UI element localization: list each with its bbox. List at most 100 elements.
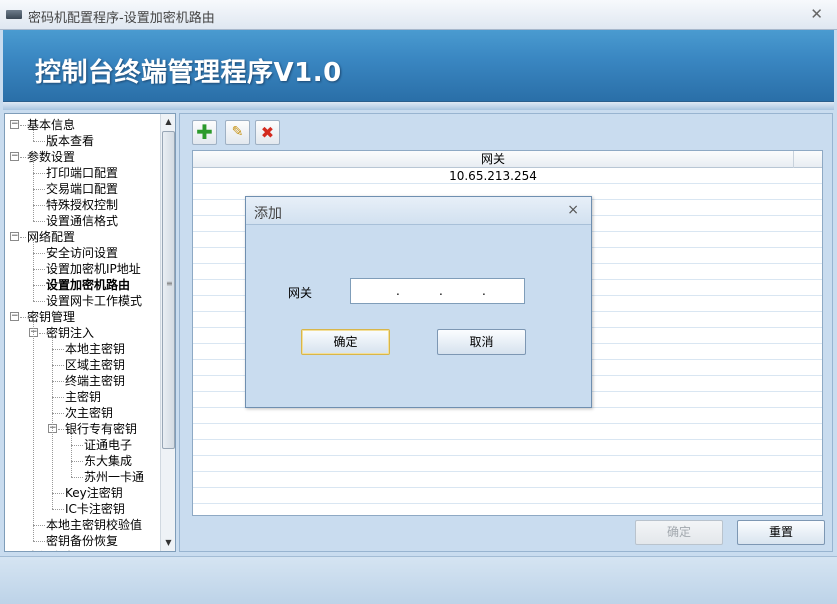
tree-item[interactable]: IC卡注密钥	[65, 501, 125, 517]
app-heading: 控制台终端管理程序V1.0	[35, 58, 342, 88]
tree-connector	[33, 242, 34, 301]
reset-button[interactable]: 重置	[737, 520, 825, 545]
tree-connector	[71, 445, 83, 446]
gateway-ip-input[interactable]: . . .	[350, 278, 525, 304]
edit-icon: ✎	[231, 124, 244, 140]
tree-item[interactable]: 设置网卡工作模式	[46, 293, 142, 309]
tree-item[interactable]: 版本查看	[46, 133, 94, 149]
tree-connector	[20, 157, 26, 158]
tree-connector	[33, 189, 45, 190]
tree-item[interactable]: 区域主密钥	[65, 357, 125, 373]
tree-item-selected[interactable]: 设置加密机路由	[46, 277, 130, 293]
tree-item[interactable]: 密钥产生	[27, 549, 75, 551]
tree-item[interactable]: 特殊授权控制	[46, 197, 118, 213]
tree-connector	[71, 477, 83, 478]
tree-connector	[33, 525, 45, 526]
table-row[interactable]: 10.65.213.254	[193, 168, 793, 184]
add-button[interactable]: ✚	[192, 120, 217, 145]
plus-icon: ✚	[196, 120, 213, 144]
ip-separator: .	[482, 284, 486, 298]
tree-item[interactable]: 设置通信格式	[46, 213, 118, 229]
tree-item[interactable]: 网络配置	[27, 229, 75, 245]
tree-connector	[52, 381, 64, 382]
tree-item[interactable]: 银行专有密钥	[65, 421, 137, 437]
tree-connector	[33, 130, 34, 141]
tree-item[interactable]: 设置加密机IP地址	[46, 261, 141, 277]
tree-collapse-icon[interactable]: −	[10, 232, 19, 241]
banner-divider	[3, 102, 834, 110]
tree-item[interactable]: 基本信息	[27, 117, 75, 133]
tree-item[interactable]: 密钥备份恢复	[46, 533, 118, 549]
dialog-cancel-button[interactable]: 取消	[437, 329, 526, 355]
grid-header: 网关	[193, 151, 822, 168]
tree-item[interactable]: 交易端口配置	[46, 181, 118, 197]
tree-connector	[33, 141, 45, 142]
tree-connector	[33, 205, 45, 206]
ip-separator: .	[396, 284, 400, 298]
tree-item[interactable]: 终端主密钥	[65, 373, 125, 389]
confirm-button[interactable]: 确定	[635, 520, 723, 545]
delete-button[interactable]: ✖	[255, 120, 280, 145]
tree-connector	[58, 429, 64, 430]
tree-connector	[52, 413, 64, 414]
delete-icon: ✖	[260, 123, 275, 142]
tree-connector	[20, 125, 26, 126]
tree-collapse-icon[interactable]: −	[10, 152, 19, 161]
tree-connector	[33, 173, 45, 174]
tree-connector	[71, 461, 83, 462]
tree-item[interactable]: 证通电子	[84, 437, 132, 453]
tree-item[interactable]: 密钥管理	[27, 309, 75, 325]
tree-item[interactable]: 苏州一卡通	[84, 469, 144, 485]
tree-connector	[52, 365, 64, 366]
tree-connector	[52, 509, 64, 510]
ip-separator: .	[439, 284, 443, 298]
tree-item[interactable]: 安全访问设置	[46, 245, 118, 261]
column-header-gateway[interactable]: 网关	[193, 151, 793, 168]
tree-item[interactable]: 打印端口配置	[46, 165, 118, 181]
column-separator	[793, 151, 794, 168]
grip-icon: ≡	[166, 279, 173, 288]
tree-connector	[52, 338, 53, 509]
tree-collapse-icon[interactable]: −	[10, 120, 19, 129]
dialog-close-icon[interactable]: ×	[567, 202, 579, 218]
dialog-titlebar: 添加 ×	[246, 197, 591, 225]
tree-connector	[33, 322, 34, 541]
status-bar	[0, 556, 837, 604]
tree-connector	[33, 301, 45, 302]
tree-item[interactable]: 本地主密钥校验值	[46, 517, 142, 533]
navigation-tree-panel: − 基本信息 版本查看 − 参数设置 打印端口配置 交易端口配置 特殊授权控制 设置通信格式 − 网…	[4, 113, 176, 552]
tree-connector	[33, 285, 45, 286]
dialog-title: 添加	[254, 206, 282, 222]
tree-item[interactable]: 主密钥	[65, 389, 101, 405]
tree-item[interactable]: 本地主密钥	[65, 341, 125, 357]
tree-connector	[20, 317, 26, 318]
scroll-thumb[interactable]: ≡	[162, 131, 175, 449]
tree-connector	[33, 541, 45, 542]
tree-connector	[33, 253, 45, 254]
tree-connector	[20, 237, 26, 238]
window-close-button[interactable]: ✕	[810, 5, 823, 23]
navigation-tree: − 基本信息 版本查看 − 参数设置 打印端口配置 交易端口配置 特殊授权控制 设置通信格式 − 网…	[5, 114, 159, 551]
tree-connector	[33, 269, 45, 270]
scroll-up-arrow-icon[interactable]: ▲	[161, 114, 175, 129]
tree-scrollbar[interactable]: ▲ ≡ ▼	[160, 114, 175, 551]
tree-connector	[52, 493, 64, 494]
header-banner: 控制台终端管理程序V1.0	[3, 30, 834, 102]
window-title: 密码机配置程序-设置加密机路由	[28, 11, 215, 26]
scroll-down-arrow-icon[interactable]: ▼	[161, 535, 175, 550]
tree-item[interactable]: 次主密钥	[65, 405, 113, 421]
tree-connector	[52, 397, 64, 398]
tree-item[interactable]: 东大集成	[84, 453, 132, 469]
app-icon	[6, 10, 22, 19]
tree-item[interactable]: Key注密钥	[65, 485, 123, 501]
tree-connector	[39, 333, 45, 334]
tree-connector	[71, 434, 72, 477]
edit-button[interactable]: ✎	[225, 120, 250, 145]
tree-collapse-icon[interactable]: −	[10, 312, 19, 321]
dialog-ok-button[interactable]: 确定	[301, 329, 390, 355]
tree-item[interactable]: 密钥注入	[46, 325, 94, 341]
tree-item[interactable]: 参数设置	[27, 149, 75, 165]
tree-connector	[33, 221, 45, 222]
tree-connector	[33, 162, 34, 221]
tree-connector	[52, 349, 64, 350]
